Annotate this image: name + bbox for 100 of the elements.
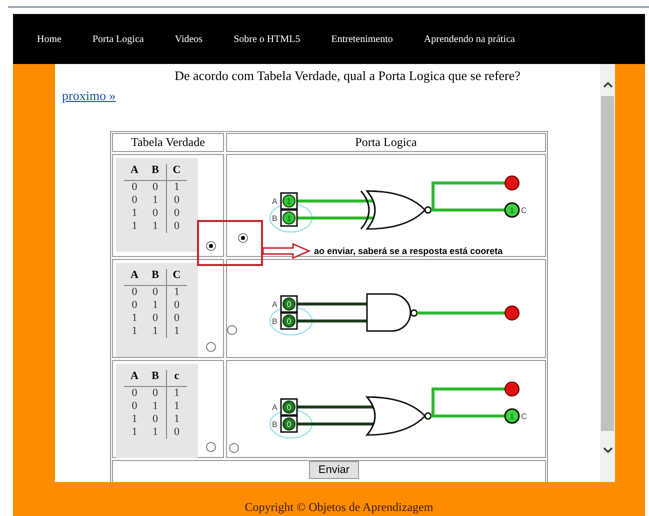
header-cell: B xyxy=(145,269,166,286)
table-cell-text: 1 xyxy=(130,312,138,325)
switch-value: 0 xyxy=(286,317,292,326)
table-cell-text: 0 xyxy=(130,400,138,413)
input-switch[interactable] xyxy=(280,415,298,433)
table-cell: 1 xyxy=(166,400,187,413)
table-cell: 1 xyxy=(145,426,166,439)
radio-button[interactable] xyxy=(229,443,239,453)
pin-label: B xyxy=(272,317,278,326)
pin-label: C xyxy=(521,206,527,215)
table-cell: 0 xyxy=(166,194,187,207)
submit-button[interactable]: Enviar xyxy=(309,461,359,479)
radio-button[interactable] xyxy=(206,241,216,251)
question-text: De acordo com Tabela Verdade, qual a Porta Logica que se refere? xyxy=(174,68,522,84)
table-cell-text: 1 xyxy=(130,220,138,233)
table-cell-text: 1 xyxy=(130,325,138,338)
radio-button[interactable] xyxy=(206,342,216,352)
table-cell: 0 xyxy=(166,426,187,439)
pin-label: B xyxy=(272,420,278,429)
table-cell: 0 xyxy=(145,413,166,426)
logic-gate-icon xyxy=(366,293,418,332)
pin-label: C xyxy=(521,412,527,421)
scrollbar[interactable] xyxy=(600,64,615,482)
nav-link[interactable]: Videos xyxy=(174,32,203,46)
scroll-thumb[interactable] xyxy=(601,96,614,431)
copyright-text: Copyright © Objetos de Aprendizagem xyxy=(244,500,434,516)
table-cell: 1 xyxy=(166,325,187,338)
table-cell: 0 xyxy=(145,286,166,299)
header-cell: A xyxy=(124,269,145,286)
highlight-frame xyxy=(197,220,263,266)
header-cell: B xyxy=(145,370,166,386)
pin-value: 1 xyxy=(510,206,514,215)
logic-gate-icon xyxy=(366,396,432,436)
table-cell-text: 0 xyxy=(130,299,138,312)
switch-value: 1 xyxy=(286,214,292,223)
pin-label: B xyxy=(272,214,278,223)
radio-button[interactable] xyxy=(206,442,216,452)
nav-link[interactable]: Home xyxy=(37,32,62,46)
header-cell: c xyxy=(166,370,187,386)
selection-ring xyxy=(269,306,313,336)
column-header: Tabela Verdade xyxy=(112,133,224,152)
table-cell-text: 0 xyxy=(130,194,138,207)
switch-value: 0 xyxy=(286,300,292,309)
input-switch[interactable] xyxy=(280,398,298,416)
table-cell: 1 xyxy=(145,194,166,207)
selection-ring xyxy=(269,409,313,439)
annotation-text: ao enviar, saberá se a resposta está cooreta xyxy=(314,245,503,258)
input-switch[interactable] xyxy=(280,295,298,313)
lamp-icon xyxy=(504,306,520,320)
header-cell: A xyxy=(124,164,145,180)
switch-value: 0 xyxy=(286,420,292,429)
input-switch[interactable] xyxy=(280,192,298,210)
table-cell: 1 xyxy=(145,299,166,312)
table-cell: 0 xyxy=(124,286,145,299)
table-cell: 0 xyxy=(166,312,187,325)
next-link[interactable]: proximo » xyxy=(62,88,116,103)
logic-gate-icon xyxy=(360,190,432,230)
input-switch[interactable] xyxy=(280,312,298,330)
table-cell: 0 xyxy=(145,180,166,194)
pin-label: A xyxy=(272,403,278,412)
output-pin xyxy=(504,408,520,424)
scroll-up-icon[interactable] xyxy=(602,81,612,88)
table-cell: 1 xyxy=(145,220,166,233)
output-pin xyxy=(504,202,520,218)
pin-label: A xyxy=(272,197,278,206)
table-cell-text: 1 xyxy=(130,426,138,439)
nav-link[interactable]: Aprendendo na prática xyxy=(424,32,515,46)
table-cell: 0 xyxy=(124,386,145,400)
arrow-icon xyxy=(263,243,311,259)
table-cell: 0 xyxy=(166,207,187,220)
radio-button[interactable] xyxy=(238,233,248,243)
nav-link[interactable]: Porta Logica xyxy=(92,32,144,46)
switch-value: 0 xyxy=(286,403,292,412)
header-cell: A xyxy=(124,370,145,386)
column-header: Porta Logica xyxy=(226,133,546,152)
table-cell: 1 xyxy=(166,413,187,426)
radio-button[interactable] xyxy=(227,325,237,335)
table-cell-text: 1 xyxy=(130,413,138,426)
nav-link[interactable]: Sobre o HTML5 xyxy=(234,32,300,46)
pin-value: 1 xyxy=(510,412,514,421)
selection-ring xyxy=(269,203,313,233)
table-cell: 1 xyxy=(145,400,166,413)
table-cell-text: 1 xyxy=(130,207,138,220)
header-cell: C xyxy=(166,269,187,286)
pin-label: A xyxy=(272,300,278,309)
header-cell: C xyxy=(166,164,187,180)
table-cell: 1 xyxy=(166,386,187,400)
table-cell: 0 xyxy=(145,386,166,400)
input-switch[interactable] xyxy=(280,209,298,227)
header-cell: B xyxy=(145,164,166,180)
table-cell: 0 xyxy=(145,312,166,325)
scroll-down-icon[interactable] xyxy=(602,447,612,454)
table-cell: 1 xyxy=(166,286,187,299)
lamp-icon xyxy=(504,382,520,396)
table-cell: 1 xyxy=(145,325,166,338)
table-cell: 0 xyxy=(124,180,145,194)
nav-link[interactable]: Entretenimento xyxy=(331,32,393,46)
switch-value: 1 xyxy=(286,197,292,206)
table-cell: 1 xyxy=(166,180,187,194)
table-cell: 0 xyxy=(166,220,187,233)
